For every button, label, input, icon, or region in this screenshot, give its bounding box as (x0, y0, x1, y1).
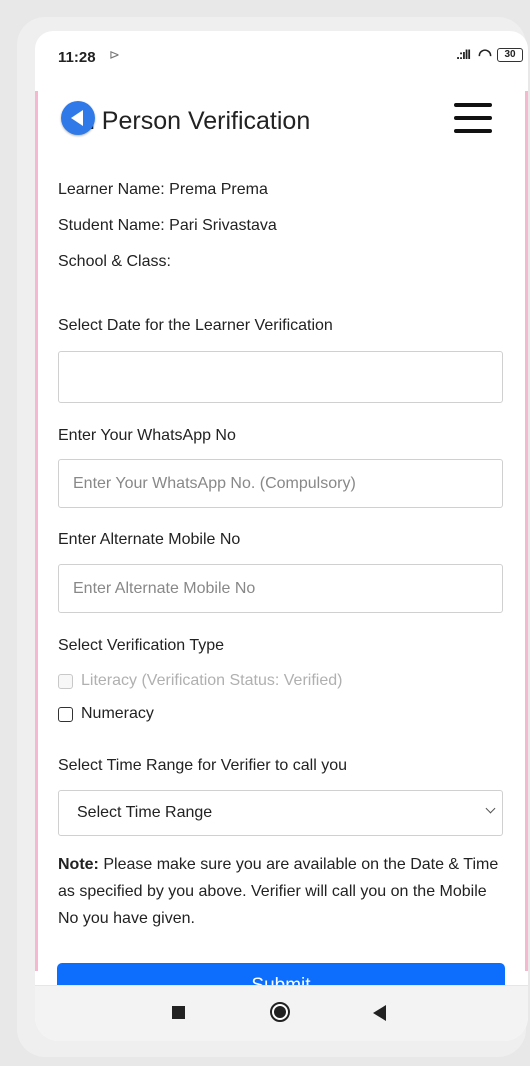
wifi-icon: ◠ (478, 47, 492, 64)
literacy-option-label: Literacy (Verification Status: Verified) (81, 672, 343, 689)
battery-icon: 30 (497, 48, 523, 62)
numeracy-option-label[interactable]: Numeracy (81, 705, 154, 723)
chevron-down-icon (485, 803, 496, 814)
home-icon[interactable] (270, 1002, 290, 1022)
literacy-option: Literacy (Verification Status: Verified) (58, 672, 342, 690)
right-accent-border (525, 91, 528, 971)
school-class: School & Class: (58, 253, 171, 270)
status-bar: 11:28 ⊳ .:ıll ◠ 30 (35, 31, 528, 67)
hamburger-menu-icon[interactable] (454, 103, 492, 133)
time-range-selected: Select Time Range (77, 804, 213, 821)
time-range-label: Select Time Range for Verifier to call y… (58, 757, 348, 774)
alternate-mobile-input[interactable]: Enter Alternate Mobile No (58, 564, 503, 613)
note-body: Please make sure you are available on th… (58, 856, 499, 927)
note-text: Note: Please make sure you are available… (58, 851, 503, 932)
left-accent-border (35, 91, 38, 971)
note-prefix: Note: (58, 856, 99, 873)
signal-icon: .:ıll (456, 47, 471, 62)
page-title: In Person Verification (74, 107, 311, 135)
whatsapp-input[interactable]: Enter Your WhatsApp No. (Compulsory) (58, 459, 503, 508)
back-arrow-icon[interactable] (61, 101, 95, 135)
verification-type-label: Select Verification Type (58, 637, 225, 654)
time-range-select[interactable]: Select Time Range (58, 790, 503, 836)
screen: 11:28 ⊳ .:ıll ◠ 30 In Person Verificatio… (35, 31, 528, 1041)
literacy-checkbox (58, 673, 73, 689)
learner-name: Learner Name: Prema Prema (58, 181, 268, 198)
device-frame: 11:28 ⊳ .:ıll ◠ 30 In Person Verificatio… (17, 17, 528, 1057)
numeracy-checkbox[interactable] (58, 706, 73, 722)
cast-icon: ⊳ (109, 47, 120, 62)
whatsapp-label: Enter Your WhatsApp No (58, 427, 236, 444)
date-input[interactable] (58, 351, 503, 403)
android-nav-bar (35, 985, 528, 1041)
recents-icon[interactable] (172, 1006, 185, 1019)
student-name: Student Name: Pari Srivastava (58, 217, 277, 234)
date-label: Select Date for the Learner Verification (58, 317, 333, 334)
page-header: In Person Verification (35, 101, 528, 151)
nav-back-icon[interactable] (373, 1005, 386, 1021)
status-time: 11:28 (58, 49, 96, 66)
alternate-mobile-label: Enter Alternate Mobile No (58, 531, 241, 548)
numeracy-option[interactable]: Numeracy (58, 705, 154, 723)
